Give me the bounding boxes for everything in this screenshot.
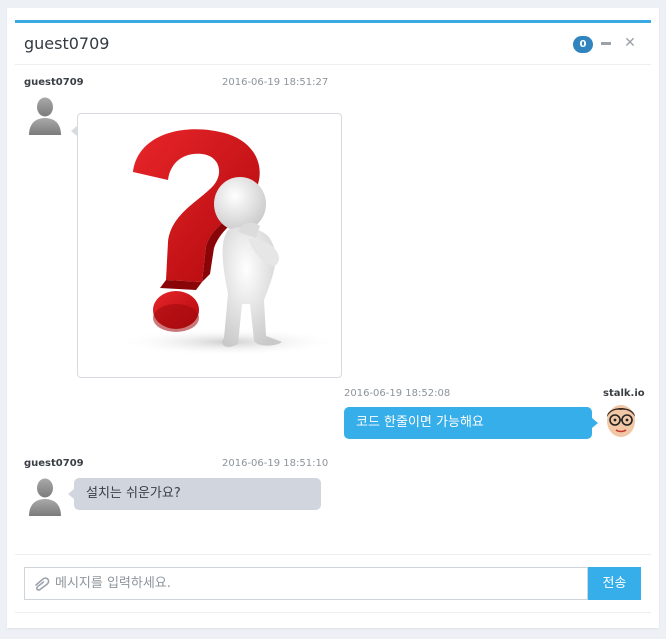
send-button[interactable]: 전송: [588, 567, 641, 600]
minus-icon: [601, 42, 611, 45]
sender-name: stalk.io: [603, 388, 645, 399]
chat-title: guest0709: [24, 34, 110, 53]
message-bubble[interactable]: 설치는 쉬운가요?: [68, 478, 321, 510]
guest-avatar: [29, 478, 61, 516]
message-bubble[interactable]: 코드 한줄이면 가능해요: [344, 407, 598, 439]
message-text: 설치는 쉬운가요?: [86, 486, 181, 501]
close-icon: ✕: [624, 35, 636, 51]
message-input-wrapper: [24, 567, 588, 600]
message-time: 2016-06-19 18:51:10: [222, 458, 329, 469]
chat-panel: guest0709 0 ✕ guest0709 2016-06-19 18:51…: [15, 20, 651, 614]
message-text: 코드 한줄이면 가능해요: [356, 415, 484, 430]
guest-avatar: [29, 97, 61, 135]
message-time: 2016-06-19 18:51:27: [222, 77, 329, 88]
bubble-tail: [68, 489, 74, 499]
minimize-button[interactable]: [598, 33, 614, 53]
operator-avatar: [607, 405, 635, 437]
chat-card: guest0709 0 ✕ guest0709 2016-06-19 18:51…: [7, 8, 659, 628]
message-composer: 전송: [15, 554, 651, 613]
page-background: guest0709 0 ✕ guest0709 2016-06-19 18:51…: [0, 0, 666, 639]
close-button[interactable]: ✕: [622, 33, 638, 53]
unread-count-badge: 0: [573, 36, 593, 53]
chat-header: guest0709 0 ✕: [15, 23, 651, 65]
sender-name: guest0709: [24, 77, 84, 88]
message-time: 2016-06-19 18:52:08: [344, 388, 451, 399]
sender-name: guest0709: [24, 458, 84, 469]
question-mark-figure-image: [118, 129, 338, 356]
bubble-tail: [592, 418, 598, 428]
image-message[interactable]: [77, 113, 342, 378]
message-input[interactable]: [55, 568, 575, 599]
message-list[interactable]: guest0709 2016-06-19 18:51:27 2016-06-19…: [15, 65, 651, 545]
paperclip-icon[interactable]: [33, 576, 51, 592]
